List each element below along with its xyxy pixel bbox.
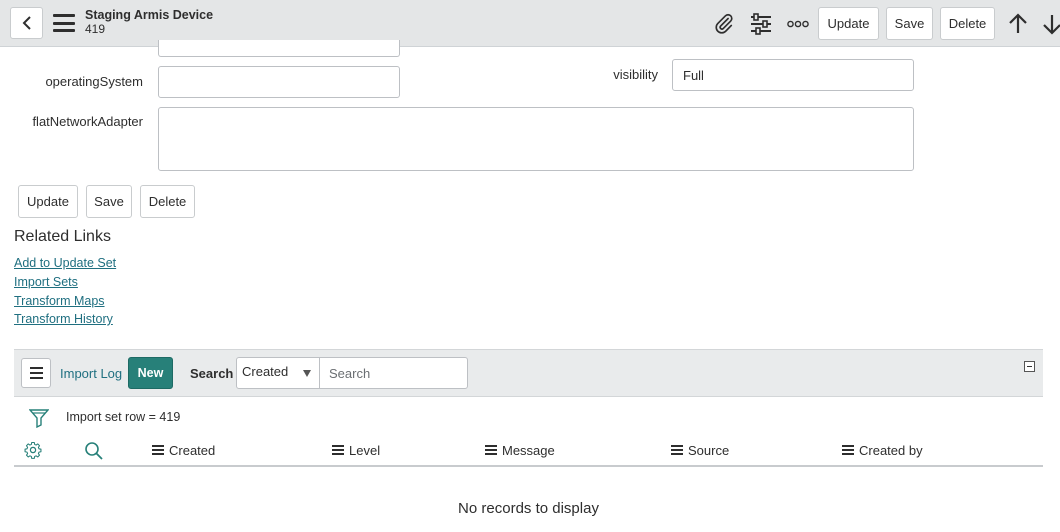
column-header-divider: [14, 465, 1043, 467]
column-label: Source: [688, 442, 730, 458]
record-title: Staging Armis Device 419: [85, 8, 213, 36]
collapse-icon[interactable]: [1024, 361, 1035, 372]
column-label: Created: [169, 442, 216, 458]
operating-system-label: operatingSystem: [45, 74, 143, 89]
delete-button[interactable]: Delete: [140, 185, 195, 218]
sliders-icon[interactable]: [749, 12, 773, 36]
scrolled-field-input[interactable]: [158, 40, 400, 57]
filter-icon[interactable]: [28, 408, 50, 429]
import-sets-link[interactable]: Import Sets: [14, 275, 78, 289]
search-input[interactable]: [319, 357, 468, 389]
transform-maps-link[interactable]: Transform Maps: [14, 294, 105, 308]
arrow-down-icon[interactable]: [1040, 12, 1060, 36]
paperclip-icon[interactable]: [712, 12, 736, 36]
header-update-button[interactable]: Update: [818, 7, 879, 40]
flat-network-adapter-label: flatNetworkAdapter: [32, 114, 143, 129]
gear-icon[interactable]: [24, 441, 42, 459]
hamburger-menu-icon[interactable]: [53, 13, 75, 33]
column-header-message[interactable]: Message: [485, 442, 555, 458]
related-list-toolbar: Import Log New Search Created: [14, 349, 1043, 397]
empty-state-message: No records to display: [458, 500, 599, 517]
related-list-title[interactable]: Import Log: [60, 366, 122, 381]
column-menu-icon[interactable]: [152, 445, 164, 455]
visibility-input[interactable]: [672, 59, 914, 91]
filter-breadcrumb[interactable]: Import set row = 419: [66, 410, 180, 424]
arrow-up-icon[interactable]: [1006, 12, 1030, 36]
column-header-created-by[interactable]: Created by: [842, 442, 923, 458]
save-button[interactable]: Save: [86, 185, 132, 218]
column-header-source[interactable]: Source: [671, 442, 729, 458]
column-header-created[interactable]: Created: [152, 442, 215, 458]
back-button[interactable]: [10, 7, 43, 39]
search-label: Search: [190, 366, 234, 381]
flat-network-adapter-textarea[interactable]: [158, 107, 914, 171]
new-button[interactable]: New: [128, 357, 173, 389]
visibility-label: visibility: [613, 67, 658, 82]
list-menu-icon[interactable]: [21, 358, 51, 388]
column-menu-icon[interactable]: [332, 445, 344, 455]
search-field-value: Created: [242, 364, 289, 379]
related-links-title: Related Links: [14, 228, 111, 245]
transform-history-link[interactable]: Transform History: [14, 312, 113, 326]
column-menu-icon[interactable]: [671, 445, 683, 455]
table-title: Staging Armis Device: [85, 8, 214, 22]
column-menu-icon[interactable]: [485, 445, 497, 455]
header-delete-button[interactable]: Delete: [940, 7, 995, 40]
column-label: Message: [502, 442, 555, 458]
chevron-left-icon: [22, 16, 31, 30]
record-number: 419: [85, 22, 106, 36]
operating-system-input[interactable]: [158, 66, 400, 98]
search-icon[interactable]: [84, 441, 104, 461]
column-header-level[interactable]: Level: [332, 442, 380, 458]
add-to-update-set-link[interactable]: Add to Update Set: [14, 256, 116, 270]
search-field-select[interactable]: Created: [236, 357, 320, 389]
more-options-icon[interactable]: [786, 12, 810, 36]
update-button[interactable]: Update: [18, 185, 78, 218]
column-label: Created by: [859, 442, 923, 458]
caret-down-icon: [303, 370, 311, 377]
header-save-button[interactable]: Save: [886, 7, 933, 40]
column-label: Level: [349, 442, 381, 458]
column-menu-icon[interactable]: [842, 445, 854, 455]
